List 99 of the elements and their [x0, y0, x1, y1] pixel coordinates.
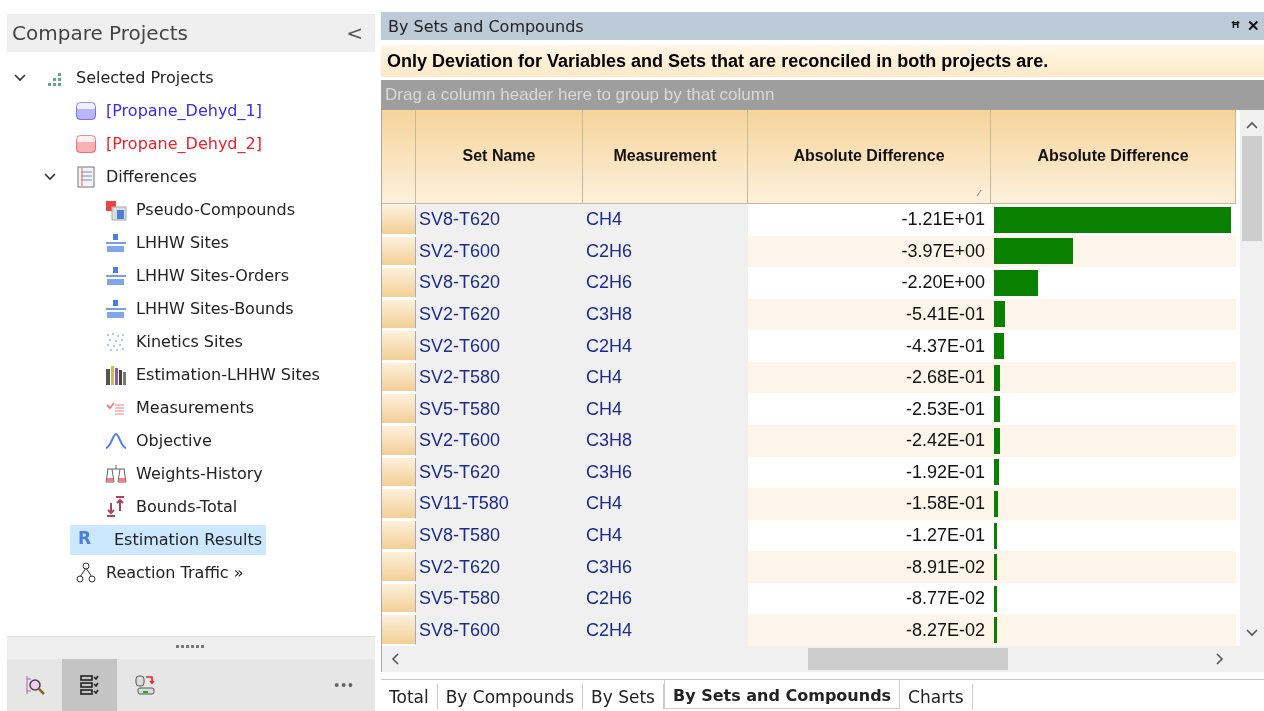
row-indicator[interactable]	[382, 426, 416, 456]
row-indicator[interactable]	[382, 394, 416, 424]
table-cell: SV8-T620	[416, 203, 583, 236]
tree-item[interactable]: [Propane_Dehyd_1]	[70, 95, 266, 126]
tree-item[interactable]: LHHW Sites	[100, 227, 233, 258]
scroll-thumb[interactable]	[808, 648, 1008, 670]
row-indicator[interactable]	[382, 552, 416, 582]
table-cell: C2H6	[583, 267, 748, 299]
splitter-handle[interactable]	[7, 636, 375, 659]
tree-item[interactable]: Bounds-Total	[100, 491, 242, 522]
table-cell: -8.27E-02	[748, 614, 991, 646]
table-cell: SV2-T580	[416, 361, 583, 394]
tree-item[interactable]: Objective	[100, 425, 216, 456]
toolbar-button[interactable]	[62, 659, 117, 711]
tree-item[interactable]: LHHW Sites-Orders	[100, 260, 293, 291]
scroll-thumb[interactable]	[1242, 136, 1262, 241]
table-cell: SV2-T620	[416, 551, 583, 583]
row-indicator[interactable]	[382, 615, 416, 646]
row-indicator[interactable]	[382, 362, 416, 393]
table-cell: SV5-T580	[416, 393, 583, 425]
table-cell: SV2-T600	[416, 235, 583, 268]
close-button[interactable]: ✕	[1243, 17, 1264, 35]
horizontal-scrollbar[interactable]	[381, 646, 1264, 672]
vertical-scrollbar[interactable]	[1240, 110, 1264, 646]
column-header[interactable]: Absolute Difference	[991, 110, 1236, 204]
table-cell: SV2-T600	[416, 330, 583, 362]
more-button[interactable]: •••	[328, 676, 361, 694]
table-cell: CH4	[583, 361, 748, 394]
scroll-up-icon	[1245, 120, 1259, 130]
table-cell: CH4	[583, 203, 748, 236]
chevron-icon[interactable]	[13, 72, 27, 83]
table-cell: -3.97E+00	[748, 235, 991, 268]
collapse-button[interactable]: <	[346, 21, 363, 45]
scroll-right-icon	[1215, 652, 1225, 666]
scroll-down-icon	[1245, 628, 1259, 638]
tree-item[interactable]: Estimation-LHHW Sites	[100, 359, 324, 390]
tab[interactable]: By Compounds	[437, 684, 584, 709]
letter-icon: R	[74, 527, 106, 552]
table-cell: -2.68E-01	[748, 361, 991, 394]
notebook-icon	[74, 164, 98, 189]
row-indicator[interactable]	[382, 457, 416, 488]
tab[interactable]: By Sets	[583, 684, 664, 709]
row-indicator[interactable]	[382, 299, 416, 330]
pin-button[interactable]: ꟸ	[1228, 16, 1243, 36]
tree-item[interactable]: Pseudo-Compounds	[100, 194, 299, 225]
table-cell: C2H4	[583, 614, 748, 646]
notice-banner: Only Deviation for Variables and Sets that are reconciled in both projects are.	[381, 45, 1264, 77]
table-cell: C2H6	[583, 582, 748, 615]
table-cell: C3H8	[583, 425, 748, 457]
table-cell: SV5-T580	[416, 582, 583, 615]
table-cell: CH4	[583, 488, 748, 520]
tab[interactable]: Total	[381, 684, 438, 709]
table-cell: -2.42E-01	[748, 425, 991, 457]
table-cell: SV2-T620	[416, 298, 583, 331]
checklist-icon	[77, 673, 102, 697]
tree-item[interactable]: R Estimation Results	[70, 524, 267, 555]
database-swap-icon	[132, 673, 157, 697]
table-cell: C3H6	[583, 551, 748, 583]
table-cell: C3H6	[583, 456, 748, 489]
row-indicator[interactable]	[382, 520, 416, 551]
table-cell: -8.91E-02	[748, 551, 991, 583]
table-cell: CH4	[583, 519, 748, 552]
chevron-icon[interactable]	[43, 171, 57, 182]
scroll-left-icon	[390, 652, 400, 666]
table-cell: SV2-T600	[416, 425, 583, 457]
column-header[interactable]: Measurement	[583, 110, 748, 204]
column-header[interactable]: Set Name	[416, 110, 583, 204]
tree-item[interactable]: Reaction Traffic »	[70, 557, 248, 588]
row-indicator[interactable]	[382, 268, 416, 298]
panel-title: Compare Projects	[12, 21, 188, 45]
table-cell: C3H8	[583, 298, 748, 331]
tree-item[interactable]: Weights-History	[100, 458, 267, 489]
row-indicator[interactable]	[382, 489, 416, 519]
tab[interactable]: By Sets and Compounds	[663, 680, 901, 709]
table-cell: SV8-T620	[416, 267, 583, 299]
tree-item[interactable]: [Propane_Dehyd_2]	[70, 128, 266, 159]
table-cell: C2H4	[583, 330, 748, 362]
table-cell: SV8-T600	[416, 614, 583, 646]
tree-item[interactable]: Selected Projects	[40, 62, 218, 93]
table-cell: SV11-T580	[416, 488, 583, 520]
column-header[interactable]: Absolute Difference	[748, 110, 991, 204]
table-cell: -1.58E-01	[748, 488, 991, 520]
row-indicator[interactable]	[382, 236, 416, 267]
tree-item[interactable]: Measurements	[100, 392, 259, 423]
tree-item[interactable]: Kinetics Sites	[100, 326, 247, 357]
table-cell: SV8-T580	[416, 519, 583, 552]
row-indicator[interactable]	[382, 583, 416, 614]
table-cell: C2H6	[583, 235, 748, 268]
table-cell: -5.41E-01	[748, 298, 991, 331]
node-graph-icon	[74, 560, 98, 585]
tab[interactable]: Charts	[900, 684, 973, 709]
row-indicator[interactable]	[382, 204, 416, 235]
tree-item[interactable]: Differences	[70, 161, 201, 192]
tree-item[interactable]: LHHW Sites-Bounds	[100, 293, 298, 324]
resize-grip-icon	[976, 188, 982, 197]
panel-title: By Sets and Compounds	[388, 16, 585, 36]
table-cell: SV5-T620	[416, 456, 583, 489]
table-cell: CH4	[583, 393, 748, 425]
row-indicator[interactable]	[382, 331, 416, 361]
